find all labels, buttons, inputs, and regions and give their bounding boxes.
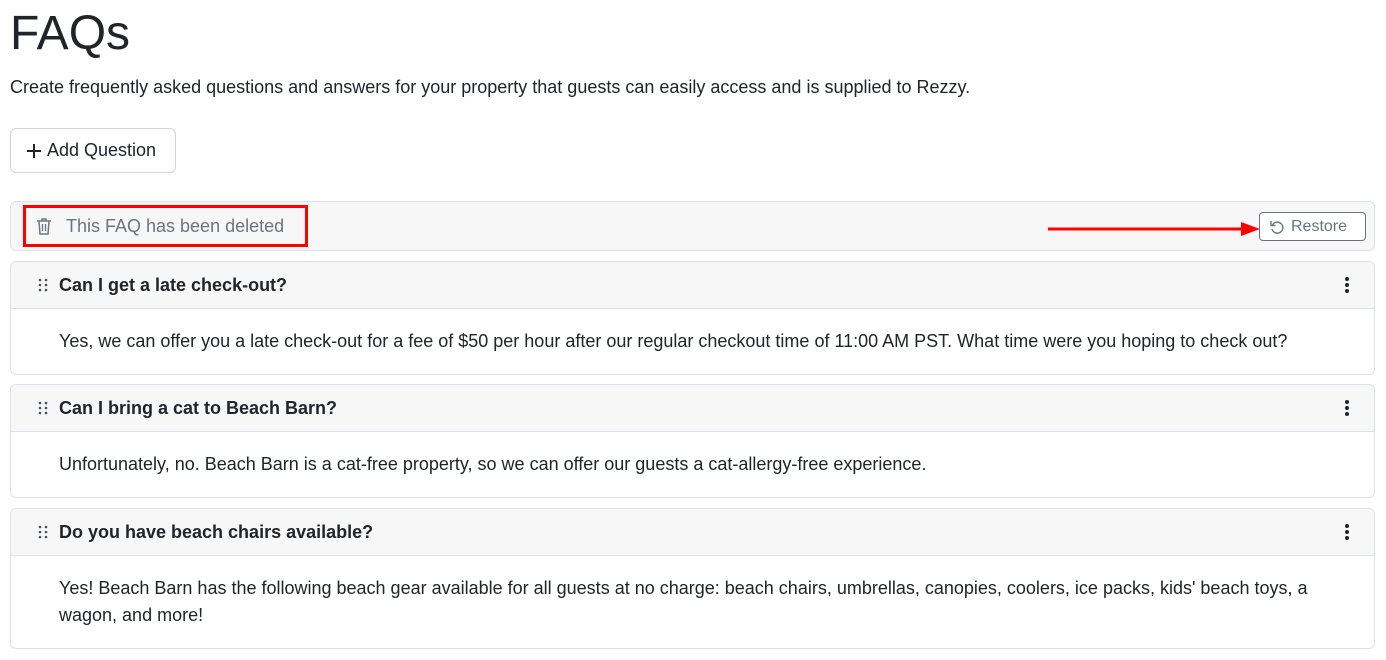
more-options-icon[interactable]: [1344, 522, 1350, 542]
plus-icon: [27, 143, 41, 158]
faq-question: Can I get a late check-out?: [59, 275, 288, 295]
drag-handle-icon[interactable]: [37, 277, 49, 293]
restore-button[interactable]: Restore: [1259, 212, 1366, 241]
faq-page: FAQs Create frequently asked questions a…: [0, 0, 1386, 660]
faq-answer: Yes, we can offer you a late check-out f…: [59, 331, 1288, 351]
faq-question: Do you have beach chairs available?: [59, 522, 374, 542]
page-title: FAQs: [10, 7, 131, 60]
drag-handle-icon[interactable]: [37, 400, 49, 416]
drag-handle-icon[interactable]: [37, 524, 49, 540]
faq-header: Can I get a late check-out?: [11, 262, 1374, 309]
faq-question: Can I bring a cat to Beach Barn?: [59, 398, 338, 418]
faq-header: Can I bring a cat to Beach Barn?: [11, 385, 1374, 432]
more-options-icon[interactable]: [1344, 398, 1350, 418]
add-question-label: Add Question: [47, 140, 157, 160]
deleted-faq-bar: This FAQ has been deleted Restore: [10, 201, 1375, 251]
more-options-icon[interactable]: [1344, 275, 1350, 295]
trash-icon: [37, 218, 51, 235]
restore-label: Restore: [1291, 217, 1348, 235]
deleted-message: This FAQ has been deleted: [66, 215, 285, 236]
faq-item: Can I get a late check-out? Yes, we can …: [10, 261, 1375, 375]
faq-item: Can I bring a cat to Beach Barn? Unfortu…: [10, 384, 1375, 498]
faq-header: Do you have beach chairs available?: [11, 509, 1374, 556]
page-subtitle: Create frequently asked questions and an…: [10, 77, 971, 97]
faq-answer: Yes! Beach Barn has the following beach …: [59, 578, 1308, 625]
add-question-button[interactable]: Add Question: [10, 128, 176, 173]
deleted-message-highlight: This FAQ has been deleted: [23, 205, 308, 247]
faq-item: Do you have beach chairs available? Yes!…: [10, 508, 1375, 649]
faq-answer: Unfortunately, no. Beach Barn is a cat-f…: [59, 454, 927, 474]
arrow-annotation: [1048, 222, 1260, 236]
undo-icon: [1270, 220, 1284, 234]
